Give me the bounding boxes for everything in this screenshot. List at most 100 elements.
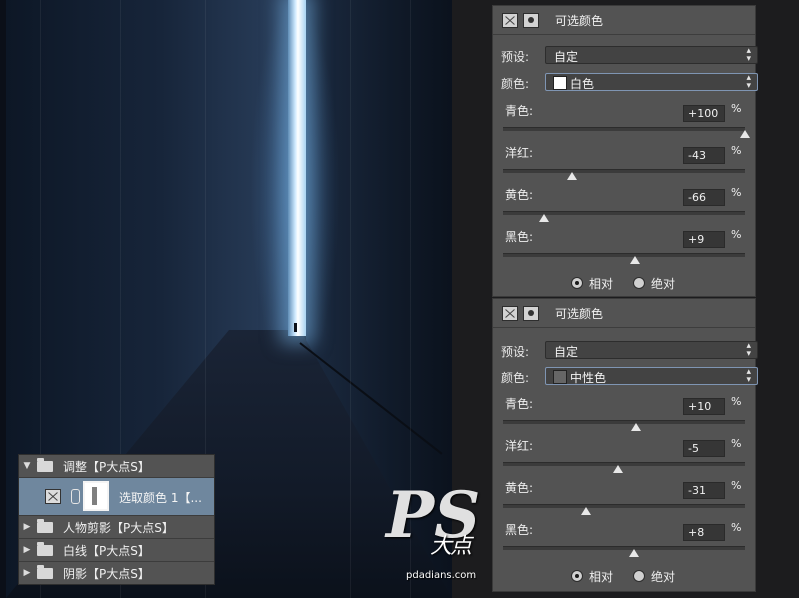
mode-radio-group: 相对 绝对 <box>571 567 695 585</box>
slider-thumb[interactable] <box>581 507 592 515</box>
wall-crack <box>350 0 351 598</box>
expand-closed-icon[interactable]: ▶ <box>21 522 33 532</box>
folder-icon <box>37 457 53 472</box>
value-input[interactable]: +10 <box>683 398 725 415</box>
slider-black: 黑色: +9 % <box>493 228 755 268</box>
mode-radio-group: 相对 绝对 <box>571 274 695 292</box>
expand-closed-icon[interactable]: ▶ <box>21 568 33 578</box>
value-input[interactable]: +100 <box>683 105 725 122</box>
layer-group-shadow[interactable]: ▶ 阴影【P大点S】 <box>19 562 214 584</box>
radio-relative[interactable] <box>571 570 583 582</box>
color-value: 中性色 <box>570 371 607 385</box>
value-input[interactable]: -66 <box>683 189 725 206</box>
color-select[interactable]: 白色 ▴ ▾ <box>545 73 758 91</box>
layer-mask-thumbnail[interactable] <box>83 481 109 511</box>
figure-silhouette <box>294 323 297 332</box>
percent-label: % <box>731 395 742 408</box>
value-input[interactable]: -5 <box>683 440 725 457</box>
color-row: 颜色: 中性色 ▴ ▾ <box>501 367 759 387</box>
value-input[interactable]: +8 <box>683 524 725 541</box>
layer-group-label: 人物剪影【P大点S】 <box>63 520 174 535</box>
updown-arrow-icon: ▴ ▾ <box>746 341 751 359</box>
radio-relative-label: 相对 <box>589 276 614 291</box>
color-swatch <box>553 370 567 384</box>
layer-group-whiteline[interactable]: ▶ 白线【P大点S】 <box>19 539 214 562</box>
slider-track[interactable] <box>503 546 745 550</box>
preset-select[interactable]: 自定 ▴ ▾ <box>545 341 758 359</box>
slider-thumb[interactable] <box>628 549 639 557</box>
updown-arrow-icon: ▴ ▾ <box>746 367 751 385</box>
mask-icon[interactable] <box>523 13 539 28</box>
radio-absolute-label: 绝对 <box>651 569 676 584</box>
slider-thumb[interactable] <box>740 130 750 138</box>
color-select[interactable]: 中性色 ▴ ▾ <box>545 367 758 385</box>
radio-absolute[interactable] <box>633 570 646 582</box>
value-input[interactable]: -43 <box>683 147 725 164</box>
expand-open-icon[interactable]: ▼ <box>21 461 33 471</box>
slider-thumb[interactable] <box>631 423 642 431</box>
expand-closed-icon[interactable]: ▶ <box>21 545 33 555</box>
layer-group-adjust[interactable]: ▼ 调整【P大点S】 <box>19 455 214 478</box>
layers-panel: ▼ 调整【P大点S】 选取颜色 1【... ▶ 人物剪影【P大点S】 ▶ 白线【… <box>18 454 215 585</box>
value-input[interactable]: +9 <box>683 231 725 248</box>
preset-row: 预设: 自定 ▴ ▾ <box>501 46 759 66</box>
slider-track[interactable] <box>503 420 745 424</box>
percent-label: % <box>731 479 742 492</box>
percent-label: % <box>731 437 742 450</box>
color-swatch <box>553 76 567 90</box>
watermark-logo: PS 大点 pdadians.com <box>386 478 496 584</box>
slider-track[interactable] <box>503 462 745 466</box>
slider-label: 黑色: <box>505 523 534 537</box>
preset-label: 预设: <box>501 344 530 359</box>
slider-label: 青色: <box>505 104 534 118</box>
slider-track[interactable] <box>503 169 745 173</box>
slider-label: 黄色: <box>505 481 534 495</box>
preset-value: 自定 <box>554 50 579 64</box>
percent-label: % <box>731 144 742 157</box>
color-value: 白色 <box>570 77 595 91</box>
folder-icon <box>37 564 53 579</box>
radio-relative[interactable] <box>571 277 583 289</box>
preset-select[interactable]: 自定 ▴ ▾ <box>545 46 758 64</box>
color-label: 颜色: <box>501 76 530 91</box>
light-beam <box>288 0 306 336</box>
slider-thumb[interactable] <box>629 256 640 264</box>
selective-color-panel-1: 可选颜色 预设: 自定 ▴ ▾ 颜色: 白色 ▴ ▾ 青色: +100 % 洋红: … <box>492 5 759 297</box>
slider-black: 黑色: +8 % <box>493 521 755 561</box>
layer-selective-color[interactable]: 选取颜色 1【... <box>19 478 214 516</box>
slider-magenta: 洋红: -43 % <box>493 144 755 184</box>
percent-label: % <box>731 521 742 534</box>
slider-label: 洋红: <box>505 146 534 160</box>
layer-group-label: 阴影【P大点S】 <box>63 566 150 581</box>
slider-yellow: 黄色: -31 % <box>493 479 755 519</box>
layer-group-label: 调整【P大点S】 <box>63 459 150 474</box>
updown-arrow-icon: ▴ ▾ <box>746 73 751 91</box>
slider-magenta: 洋红: -5 % <box>493 437 755 477</box>
slider-track[interactable] <box>503 127 745 131</box>
slider-thumb[interactable] <box>566 172 577 180</box>
slider-thumb[interactable] <box>539 214 550 222</box>
slider-thumb[interactable] <box>612 465 623 473</box>
adjustment-icon[interactable] <box>502 13 518 28</box>
percent-label: % <box>731 228 742 241</box>
adjustment-icon[interactable] <box>502 306 518 321</box>
layer-group-cutout[interactable]: ▶ 人物剪影【P大点S】 <box>19 516 214 539</box>
panel-title-bar: 可选颜色 <box>493 6 755 35</box>
color-row: 颜色: 白色 ▴ ▾ <box>501 73 759 93</box>
slider-label: 黑色: <box>505 230 534 244</box>
preset-value: 自定 <box>554 345 579 359</box>
slider-track[interactable] <box>503 253 745 257</box>
percent-label: % <box>731 186 742 199</box>
radio-relative-label: 相对 <box>589 569 614 584</box>
slider-label: 洋红: <box>505 439 534 453</box>
panel-title: 可选颜色 <box>555 307 604 321</box>
radio-absolute[interactable] <box>633 277 646 289</box>
folder-icon <box>37 541 53 556</box>
radio-absolute-label: 绝对 <box>651 276 676 291</box>
panel-title: 可选颜色 <box>555 14 604 28</box>
chain-link-icon[interactable] <box>71 489 80 504</box>
percent-label: % <box>731 102 742 115</box>
value-input[interactable]: -31 <box>683 482 725 499</box>
mask-icon[interactable] <box>523 306 539 321</box>
slider-track[interactable] <box>503 504 745 508</box>
